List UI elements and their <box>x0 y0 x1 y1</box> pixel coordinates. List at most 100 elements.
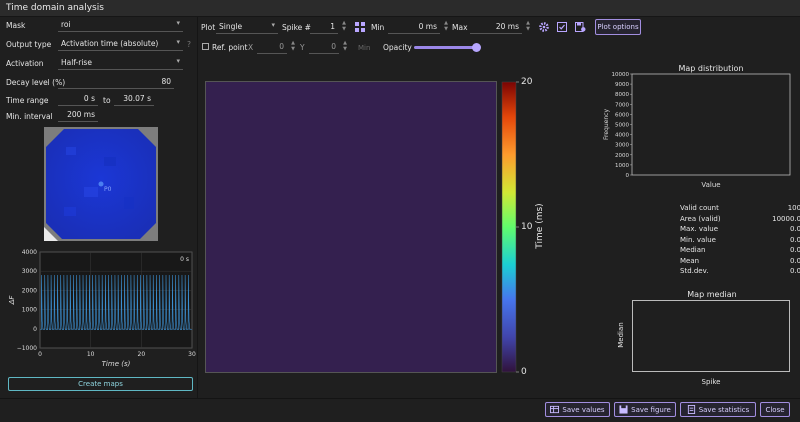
time-range-to-label: to <box>103 96 111 105</box>
statistics-row: Valid count 10000 <box>680 203 800 214</box>
spike-label: Spike # <box>282 23 311 32</box>
spike-value: 1 <box>330 22 335 31</box>
statistics-table: Valid count10000Area (valid)10000.000px^… <box>680 203 800 277</box>
help-icon[interactable]: ? <box>187 40 191 49</box>
activation-map-image <box>206 82 496 372</box>
create-maps-button[interactable]: Create maps <box>8 377 193 391</box>
min-input[interactable]: 0 ms ▲ ▼ <box>388 20 448 34</box>
chevron-down-icon: ▾ <box>176 38 180 46</box>
statistics-value: 0.000 <box>789 225 800 233</box>
map-median-ylabel: Median <box>617 322 625 348</box>
distribution-ytick-label: 2000 <box>615 153 629 159</box>
chevron-down-icon: ▾ <box>271 21 275 29</box>
panel-divider <box>197 17 198 398</box>
min-value: 0 ms <box>418 22 437 31</box>
save-figure-button[interactable]: Save figure <box>614 402 676 417</box>
spin-arrows-icon[interactable]: ▲ ▼ <box>343 40 347 52</box>
statistics-key: Area (valid) <box>680 214 721 223</box>
x-label: X <box>248 43 254 52</box>
statistics-row: Min. value0.000ms <box>680 235 800 246</box>
activation-select[interactable]: Half-rise ▾ <box>58 57 183 70</box>
distribution-xlabel: Value <box>701 181 720 189</box>
mask-label: Mask <box>6 21 26 30</box>
distribution-ytick-label: 4000 <box>615 133 629 139</box>
trace-ytick-label: 3000 <box>22 268 37 275</box>
statistics-value: 10000.000 <box>772 214 800 223</box>
edit-icon[interactable] <box>557 22 567 32</box>
map-distribution-chart[interactable]: 1000090008000700060005000400030002000100… <box>596 72 796 190</box>
spike-spinbox[interactable]: 1 ▲ ▼ <box>310 20 346 34</box>
time-range-from-input[interactable]: 0 s <box>58 93 98 106</box>
save-settings-icon[interactable] <box>575 22 586 32</box>
trace-chart: 40003000200010000−10000 10 20 300 sTime (s)… <box>8 249 196 368</box>
ref-point-checkbox[interactable] <box>202 43 209 50</box>
statistics-row: Median0.000ms <box>680 245 800 256</box>
fluorescence-map[interactable] <box>44 127 158 241</box>
trace-xtick-label: 30 <box>188 351 196 358</box>
spin-arrows-icon[interactable]: ▲ ▼ <box>291 40 295 52</box>
spin-arrows-icon[interactable]: ▲ ▼ <box>342 20 346 32</box>
colorbar <box>501 81 519 373</box>
max-label: Max <box>452 23 468 32</box>
opacity-slider[interactable] <box>414 42 488 53</box>
decay-level-label: Decay level (%) <box>6 78 66 87</box>
output-type-select[interactable]: Activation time (absolute) ▾ <box>58 38 183 51</box>
spin-arrows-icon[interactable]: ▲ ▼ <box>444 20 448 32</box>
save-values-button[interactable]: Save values <box>545 402 610 417</box>
colorbar-tick-label: 10 <box>521 222 533 232</box>
grid-view-icon[interactable] <box>355 22 365 32</box>
statistics-row: Area (valid)10000.000px^2 <box>680 214 800 225</box>
y-coordinate-input[interactable]: 0 ▲ ▼ <box>309 40 347 54</box>
time-range-to-input[interactable]: 30.07 s <box>114 93 154 106</box>
spin-arrows-icon[interactable]: ▲ ▼ <box>526 20 530 32</box>
ref-point-label: Ref. point <box>212 43 248 52</box>
distribution-ytick-label: 3000 <box>615 143 629 149</box>
min-label: Min <box>371 23 385 32</box>
plot-options-button[interactable]: Plot options <box>595 19 641 35</box>
statistics-value: 0.000 <box>789 267 800 275</box>
close-button[interactable]: Close <box>760 402 790 417</box>
decay-level-input[interactable]: 80 <box>58 76 174 89</box>
map-median-title: Map median <box>687 290 737 299</box>
colorbar-gradient <box>501 81 517 373</box>
statistics-value: 0.000 <box>789 235 800 244</box>
map-median-xlabel: Spike <box>701 378 721 386</box>
statistics-key: Std.dev. <box>680 267 709 275</box>
statistics-key: Valid count <box>680 204 719 212</box>
statistics-key: Mean <box>680 256 700 265</box>
chevron-down-icon: ▾ <box>176 19 180 27</box>
mask-select[interactable]: roi ▾ <box>58 19 183 32</box>
output-type-label: Output type <box>6 40 52 49</box>
opacity-slider-handle[interactable] <box>472 43 481 52</box>
trace-plot: 4000 3000 2000 1000 0 −1000 0 10 20 30 0 s Time (s)… <box>4 248 196 368</box>
activation-map[interactable] <box>205 81 497 373</box>
distribution-ytick-label: 0 <box>626 173 630 179</box>
save-figure-label: Save figure <box>631 405 671 414</box>
min-interval-label: Min. interval <box>6 112 53 121</box>
distribution-ytick-label: 1000 <box>615 163 629 169</box>
gear-icon[interactable] <box>539 22 549 32</box>
table-icon <box>550 405 560 414</box>
min-interval-input[interactable]: 200 ms <box>58 109 98 122</box>
save-statistics-button[interactable]: Save statistics <box>680 402 756 417</box>
close-label: Close <box>765 405 785 414</box>
min-point-button[interactable]: Min <box>358 44 370 52</box>
statistics-key: Median <box>680 246 706 254</box>
colorbar-tick-label: 0 <box>521 367 527 377</box>
time-range-label: Time range <box>6 96 49 105</box>
trace-ytick-label: 2000 <box>22 287 37 294</box>
map-median-chart[interactable] <box>632 300 790 372</box>
x-coordinate-input[interactable]: 0 ▲ ▼ <box>257 40 295 54</box>
max-value: 20 ms <box>495 22 519 31</box>
activation-value: Half-rise <box>61 58 92 67</box>
trace-xtick-label: 0 <box>38 351 42 358</box>
plot-mode-select[interactable]: Single ▾ <box>216 21 278 34</box>
distribution-ytick-label: 10000 <box>612 72 630 78</box>
distribution-ytick-label: 6000 <box>615 112 629 118</box>
max-input[interactable]: 20 ms ▲ ▼ <box>470 20 530 34</box>
colorbar-label: Time (ms) <box>535 203 545 249</box>
statistics-value: 0.000 <box>789 246 800 254</box>
plot-mode-value: Single <box>219 22 243 31</box>
save-values-label: Save values <box>562 405 605 414</box>
opacity-slider-fill <box>414 46 476 49</box>
